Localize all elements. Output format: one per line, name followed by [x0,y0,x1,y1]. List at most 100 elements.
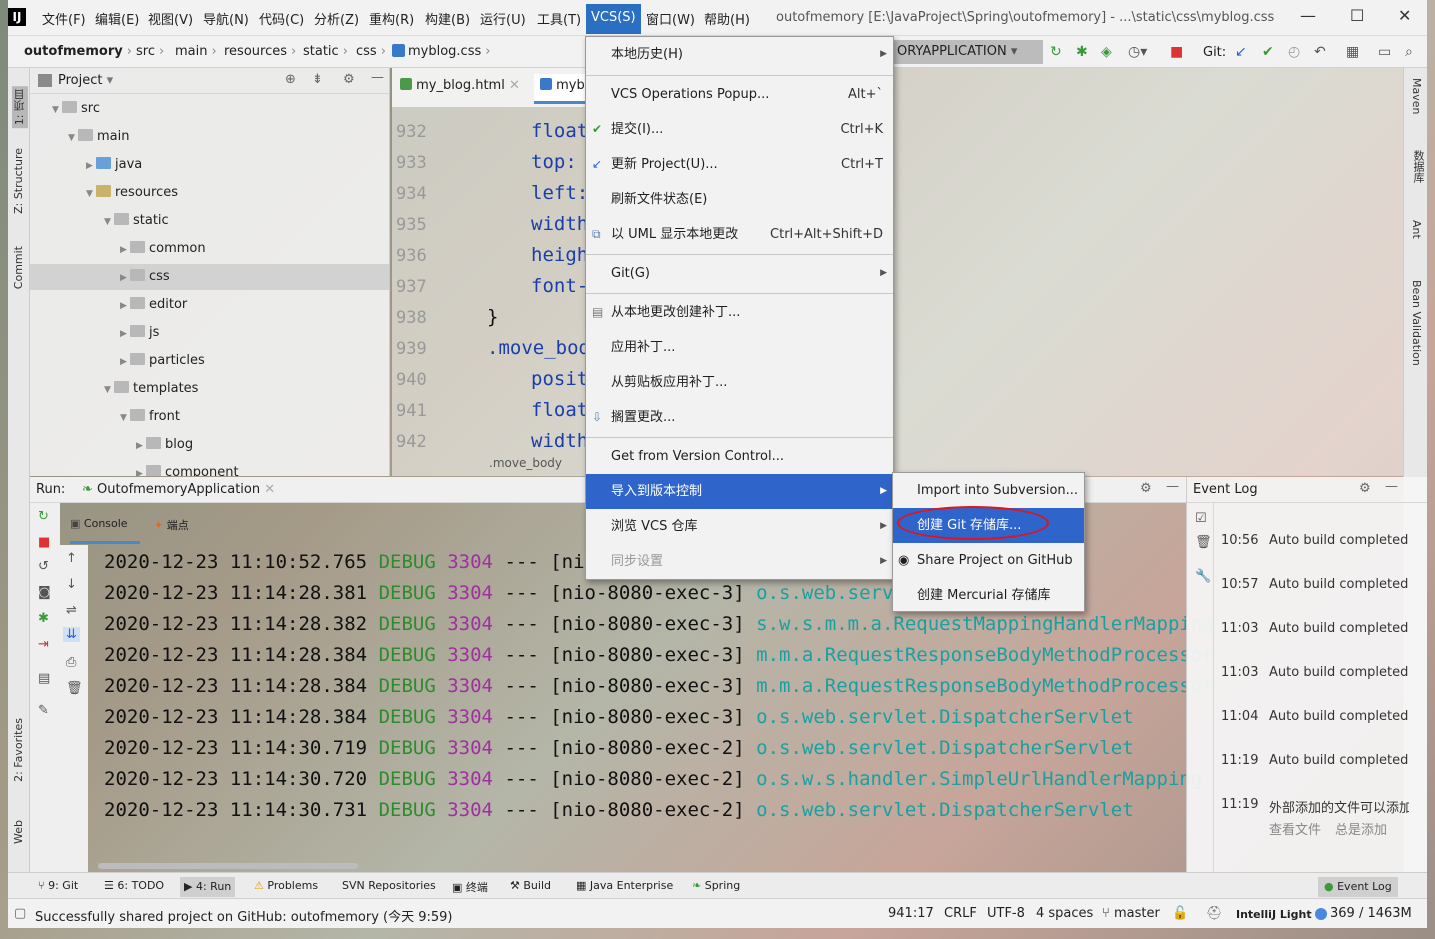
menu-item-local-history[interactable]: 本地历史(H) ▶ [586,37,893,72]
indent-setting[interactable]: 4 spaces [1036,906,1093,921]
menu-code[interactable]: 代码(C) [259,9,304,28]
submenu-import-subversion[interactable]: Import into Subversion... [893,473,1084,508]
tool-tab-todo[interactable]: ☰ 6: TODO [104,879,164,892]
inspection-icon[interactable]: ⛑ [1206,906,1223,921]
menu-build[interactable]: 构建(B) [425,9,470,28]
status-layout-icon[interactable]: ▢ [14,906,26,921]
lock-icon[interactable]: 🔓 [1172,906,1188,921]
breadcrumb-src[interactable]: src › [136,44,164,59]
tree-item-src[interactable]: ▼ src [52,96,100,122]
run-hide-icon[interactable]: — [1166,479,1179,494]
menu-item-import-vcs[interactable]: 导入到版本控制 ▶ [586,474,893,509]
menu-refactor[interactable]: 重构(R) [369,9,414,28]
rollback-icon[interactable]: ↶ [1314,44,1326,60]
caret-position[interactable]: 941:17 [888,906,934,921]
tree-item-front[interactable]: ▼ front [120,404,180,430]
file-encoding[interactable]: UTF-8 [987,906,1025,921]
code-line[interactable]: width [531,430,588,452]
print-icon[interactable]: ⎙ [66,655,76,670]
horizontal-scrollbar[interactable] [98,863,358,869]
stripe-project[interactable]: 1: 项目 [12,86,28,129]
mark-read-icon[interactable]: ☑ [1195,511,1207,526]
menu-item-apply-clipboard-patch[interactable]: 从剪贴板应用补丁... [586,365,893,400]
always-add-link[interactable]: 总是添加 [1335,819,1387,838]
tool-tab-git[interactable]: ⑂ 9: Git [38,879,78,892]
menu-item-vcs-popup[interactable]: VCS Operations Popup... Alt+` [586,77,893,112]
run-settings-icon[interactable]: ⚙ [1140,481,1152,496]
tab-console[interactable]: ▣ Console [70,517,128,530]
git-update-icon[interactable]: ↙ [1235,44,1247,60]
view-files-link[interactable]: 查看文件 [1269,819,1321,838]
tool-tab-java-enterprise[interactable]: ▦ Java Enterprise [576,879,673,892]
menu-item-git[interactable]: Git(G) ▶ [586,256,893,291]
menu-navigate[interactable]: 导航(N) [203,9,249,28]
status-message[interactable]: Successfully shared project on GitHub: o… [35,906,453,925]
code-line[interactable]: float [531,399,588,421]
layout-icon[interactable]: ▭ [1378,44,1391,60]
menu-item-create-patch[interactable]: ▤ 从本地更改创建补丁... [586,295,893,330]
stop-icon[interactable]: ■ [38,535,50,550]
tree-item-css[interactable]: ▶ css [30,264,390,290]
tree-item-particles[interactable]: ▶ particles [120,348,205,374]
locate-icon[interactable]: ⊕ [285,72,296,87]
tool-tab-event-log[interactable]: ● Event Log [1318,877,1398,897]
stripe-commit[interactable]: Commit [12,246,25,289]
code-line[interactable]: .move_bod [487,337,590,359]
tree-item-main[interactable]: ▼ main [68,124,129,150]
menu-item-commit[interactable]: ✔ 提交(I)... Ctrl+K [586,112,893,147]
tool-tab-problems[interactable]: ⚠ Problems [254,879,318,892]
search-icon[interactable]: ⌕ [1405,44,1413,60]
menu-item-uml-changes[interactable]: ⧉ 以 UML 显示本地更改 Ctrl+Alt+Shift+D [586,217,893,252]
run-config-tab[interactable]: ❧ OutofmemoryApplication ✕ [82,482,275,497]
tool-tab-terminal[interactable]: ▣ 终端 [452,879,488,895]
menu-run[interactable]: 运行(U) [480,9,526,28]
tab-endpoints[interactable]: ✦ 端点 [154,517,189,533]
tree-item-templates[interactable]: ▼ templates [104,376,198,402]
menu-item-shelve[interactable]: ⇩ 搁置更改... [586,400,893,435]
maximize-icon[interactable]: ☐ [1350,6,1364,25]
stripe-bean-validation[interactable]: Bean Validation [1410,280,1423,366]
menu-vcs[interactable]: VCS(S) [586,4,641,34]
tool-tab-svn[interactable]: SVN Repositories [342,879,436,892]
soft-wrap-icon[interactable]: ⇌ [66,603,77,618]
code-line[interactable]: heigh [531,244,588,266]
menu-help[interactable]: 帮助(H) [704,9,750,28]
exit-icon[interactable]: ⇥ [38,637,49,652]
git-branch[interactable]: ⑂ master [1102,906,1160,921]
memory-indicator[interactable]: 369 / 1463M [1330,906,1412,921]
editor-breadcrumb[interactable]: .move_body [489,456,562,470]
menu-analyze[interactable]: 分析(Z) [314,9,359,28]
code-line[interactable]: float [531,120,588,142]
history-icon[interactable]: ◴ [1288,44,1300,60]
build-icon[interactable]: ✱ [38,611,49,626]
pin-icon[interactable]: ✎ [38,703,49,718]
code-line[interactable]: width [531,213,588,235]
line-separator[interactable]: CRLF [944,906,977,921]
tree-item-java[interactable]: ▶ java [86,152,142,178]
collapse-icon[interactable]: ⇟ [312,72,323,87]
menu-tools[interactable]: 工具(T) [537,9,581,28]
tree-item-js[interactable]: ▶ js [120,320,159,346]
trash-icon[interactable]: 🗑 [66,681,83,696]
stripe-favorites[interactable]: 2: Favorites [12,718,25,782]
camera-icon[interactable]: ◙ [38,585,51,600]
code-line[interactable]: } [487,306,498,328]
hide-panel-icon[interactable]: — [371,70,384,85]
theme-indicator[interactable]: IntelliJ Light [1236,908,1328,921]
menu-item-apply-patch[interactable]: 应用补丁... [586,330,893,365]
submenu-share-github[interactable]: ◉ Share Project on GitHub [893,543,1084,578]
tree-item-component[interactable]: ▶ component [136,460,239,476]
stripe-ant[interactable]: Ant [1410,220,1423,239]
stripe-maven[interactable]: Maven [1410,78,1423,114]
breadcrumb-project[interactable]: outofmemory › [24,44,132,59]
tree-item-common[interactable]: ▶ common [120,236,206,262]
breadcrumb-css[interactable]: css › [356,44,386,59]
close-icon[interactable]: ✕ [1398,6,1411,25]
scroll-to-end-icon[interactable]: ⇊ [63,627,80,642]
menu-item-browse-vcs[interactable]: 浏览 VCS 仓库 ▶ [586,509,893,544]
event-hide-icon[interactable]: — [1385,479,1398,494]
tab-my-blog-html[interactable]: my_blog.html ✕ [400,78,520,93]
run-config-select[interactable]: ORYAPPLICATION ▾ [893,40,1043,64]
menu-window[interactable]: 窗口(W) [646,9,695,28]
event-settings-icon[interactable]: ⚙ [1359,481,1371,496]
